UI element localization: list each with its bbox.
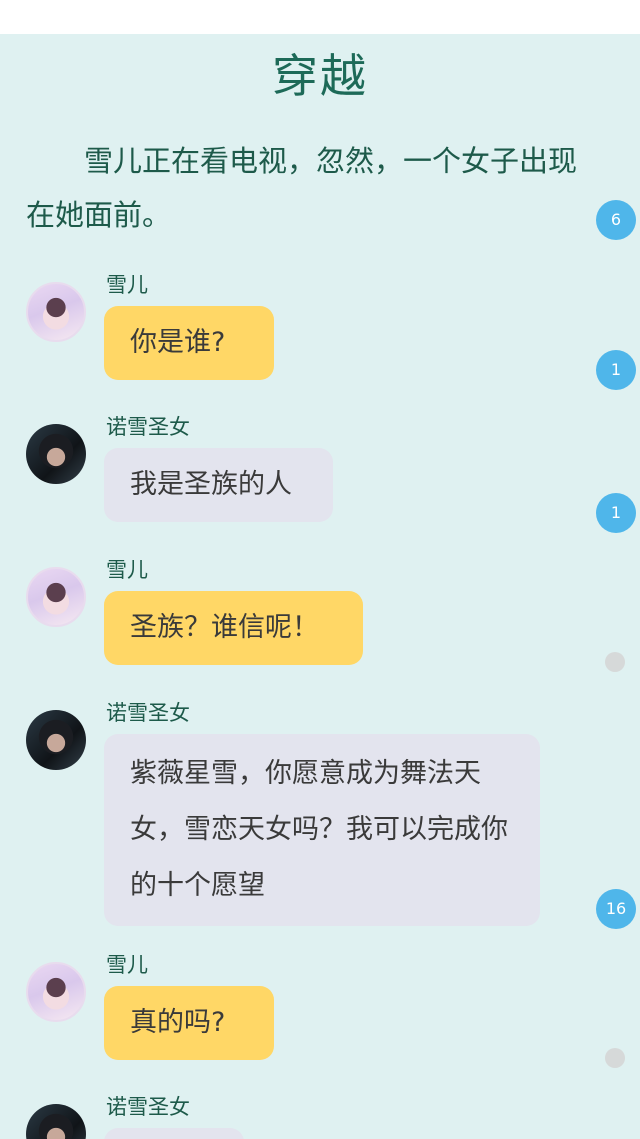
comment-count-badge[interactable]: 6 xyxy=(596,200,636,240)
speaker-name: 诺雪圣女 xyxy=(106,1095,190,1119)
top-bar xyxy=(0,0,640,34)
avatar[interactable] xyxy=(26,1104,86,1139)
comment-dot[interactable] xyxy=(605,652,625,672)
message-bubble: 真的吗? xyxy=(104,986,274,1060)
avatar[interactable] xyxy=(26,710,86,770)
avatar[interactable] xyxy=(26,567,86,627)
avatar[interactable] xyxy=(26,962,86,1022)
speaker-name: 诺雪圣女 xyxy=(106,701,190,725)
comment-count-badge[interactable]: 1 xyxy=(596,493,636,533)
speaker-name: 雪儿 xyxy=(106,558,148,582)
avatar[interactable] xyxy=(26,424,86,484)
message-bubble: 紫薇星雪，你愿意成为舞法天女，雪恋天女吗？我可以完成你的十个愿望 xyxy=(104,734,540,926)
comment-dot[interactable] xyxy=(605,1048,625,1068)
story-content: 穿越 雪儿正在看电视，忽然，一个女子出现在她面前。 6 雪儿 你是谁? 1 诺雪… xyxy=(0,34,640,1139)
speaker-name: 雪儿 xyxy=(106,273,148,297)
message-bubble xyxy=(104,1128,244,1139)
story-title: 穿越 xyxy=(272,49,368,103)
comment-count-badge[interactable]: 16 xyxy=(596,889,636,929)
comment-count-badge[interactable]: 1 xyxy=(596,350,636,390)
message-bubble: 我是圣族的人 xyxy=(104,448,333,522)
message-bubble: 圣族？谁信呢！ xyxy=(104,591,363,665)
speaker-name: 诺雪圣女 xyxy=(106,415,190,439)
avatar[interactable] xyxy=(26,282,86,342)
speaker-name: 雪儿 xyxy=(106,953,148,977)
message-bubble: 你是谁? xyxy=(104,306,274,380)
story-intro: 雪儿正在看电视，忽然，一个女子出现在她面前。 xyxy=(26,144,578,232)
